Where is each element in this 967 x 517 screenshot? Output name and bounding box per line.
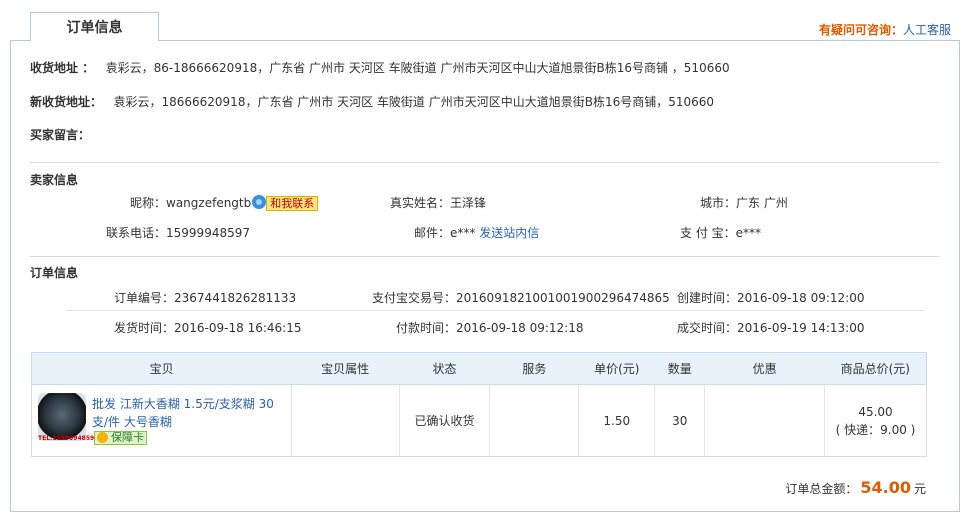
nickname-value: wangzefengtb bbox=[166, 196, 252, 210]
divider bbox=[66, 310, 925, 311]
new-shipping-address-value: 袁彩云，18666620918，广东省 广州市 天河区 车陂街道 广州市天河区中… bbox=[113, 95, 715, 109]
shipping-fee: ( 快递：9.00 ) bbox=[835, 422, 916, 437]
order-number-label: 订单编号： bbox=[114, 291, 175, 305]
order-total-label: 订单总金额： bbox=[785, 482, 858, 496]
order-info-title: 订单信息 bbox=[30, 266, 79, 280]
status-cell: 已确认收货 bbox=[399, 384, 491, 457]
guarantee-card-badge[interactable]: 保障卡 bbox=[94, 431, 147, 445]
shipping-address: 收货地址 ： 袁彩云，86-18666620918，广东省 广州市 天河区 车陂… bbox=[30, 59, 730, 76]
item-total: 45.00 bbox=[858, 404, 893, 419]
product-name-link[interactable]: 批发 江新大香糊 1.5元/支浆糊 30支/件 大号香糊 bbox=[92, 395, 287, 431]
deal-time-label: 成交时间： bbox=[677, 321, 738, 335]
column-header: 优惠 bbox=[704, 352, 825, 385]
column-header: 数量 bbox=[654, 352, 705, 385]
total-cell: 45.00 ( 快递：9.00 ) bbox=[824, 384, 927, 457]
table-header-row: 宝贝 宝贝属性 状态 服务 单价(元) 数量 优惠 商品总价(元) bbox=[31, 352, 927, 385]
help-question: 有疑问可咨询： bbox=[818, 23, 903, 37]
alipay-value: e*** bbox=[735, 226, 762, 240]
quantity-cell: 30 bbox=[654, 384, 706, 457]
shipping-address-label: 收货地址 ： bbox=[30, 61, 95, 75]
send-message-link[interactable]: 发送站内信 bbox=[479, 226, 539, 240]
thumbnail-caption: TEL:15999948597 bbox=[38, 435, 99, 442]
table-row: TEL:15999948597 批发 江新大香糊 1.5元/支浆糊 30支/件 … bbox=[31, 384, 927, 457]
new-shipping-address: 新收货地址： 袁彩云，18666620918，广东省 广州市 天河区 车陂街道 … bbox=[30, 93, 714, 110]
phone-label: 联系电话： bbox=[106, 226, 167, 240]
order-number: 订单编号：2367441826281133 bbox=[114, 289, 296, 306]
created-time-value: 2016-09-18 09:12:00 bbox=[737, 291, 865, 305]
seller-email: 邮件：e*** 发送站内信 bbox=[414, 224, 539, 241]
discount-cell bbox=[704, 384, 826, 457]
deal-time: 成交时间：2016-09-19 14:13:00 bbox=[677, 319, 864, 336]
alipay-trade-value: 2016091821001001900296474865 bbox=[456, 291, 670, 305]
guarantee-card-label: 保障卡 bbox=[111, 431, 144, 444]
seller-city: 城市：广东 广州 bbox=[700, 194, 788, 211]
buyer-message: 买家留言： bbox=[30, 126, 90, 143]
real-name-label: 真实姓名： bbox=[390, 196, 451, 210]
order-total-amount: 54.00 bbox=[860, 478, 911, 497]
attributes-cell bbox=[291, 384, 400, 457]
help-bar: 有疑问可咨询：人工客服 bbox=[819, 21, 951, 38]
product-thumbnail[interactable] bbox=[38, 393, 86, 441]
contact-me-button[interactable]: 和我联系 bbox=[266, 196, 319, 211]
real-name-value: 王泽锋 bbox=[450, 196, 487, 210]
new-shipping-address-label: 新收货地址： bbox=[30, 95, 103, 109]
created-time: 创建时间：2016-09-18 09:12:00 bbox=[677, 289, 864, 306]
alipay-trade-number: 支付宝交易号：2016091821001001900296474865 bbox=[372, 289, 670, 306]
shipped-time: 发货时间：2016-09-18 16:46:15 bbox=[114, 319, 301, 336]
order-number-value: 2367441826281133 bbox=[174, 291, 297, 305]
created-time-label: 创建时间： bbox=[677, 291, 738, 305]
shipping-address-value: 袁彩云，86-18666620918，广东省 广州市 天河区 车陂街道 广州市天… bbox=[105, 61, 730, 75]
shipped-time-label: 发货时间： bbox=[114, 321, 175, 335]
seller-real-name: 真实姓名：王泽锋 bbox=[390, 194, 486, 211]
order-total-unit: 元 bbox=[913, 482, 926, 496]
customer-service-link[interactable]: 人工客服 bbox=[903, 23, 951, 37]
deal-time-value: 2016-09-19 14:13:00 bbox=[737, 321, 865, 335]
city-label: 城市： bbox=[700, 196, 737, 210]
shipped-time-value: 2016-09-18 16:46:15 bbox=[174, 321, 302, 335]
column-header: 服务 bbox=[489, 352, 579, 385]
seller-nickname: 昵称：wangzefengtb 和我联系 bbox=[130, 194, 319, 211]
tab-order-info[interactable]: 订单信息 bbox=[30, 12, 159, 41]
order-items-table: 宝贝 宝贝属性 状态 服务 单价(元) 数量 优惠 商品总价(元) TEL:15… bbox=[31, 352, 927, 457]
column-header: 宝贝 bbox=[31, 352, 292, 385]
phone-value: 15999948597 bbox=[166, 226, 250, 240]
divider bbox=[30, 256, 940, 257]
service-cell bbox=[489, 384, 580, 457]
paid-time: 付款时间：2016-09-18 09:12:18 bbox=[396, 319, 583, 336]
alipay-trade-label: 支付宝交易号： bbox=[372, 291, 457, 305]
unit-price-cell: 1.50 bbox=[578, 384, 656, 457]
product-cell: TEL:15999948597 批发 江新大香糊 1.5元/支浆糊 30支/件 … bbox=[31, 384, 292, 457]
wangwang-icon[interactable] bbox=[252, 195, 267, 209]
column-header: 商品总价(元) bbox=[824, 352, 927, 385]
order-total: 订单总金额： 54.00 元 bbox=[785, 478, 926, 497]
column-header: 单价(元) bbox=[578, 352, 655, 385]
paid-time-value: 2016-09-18 09:12:18 bbox=[456, 321, 584, 335]
divider bbox=[30, 162, 940, 163]
seller-alipay: 支 付 宝：e*** bbox=[680, 224, 761, 241]
nickname-label: 昵称： bbox=[130, 196, 167, 210]
city-value: 广东 广州 bbox=[736, 196, 788, 210]
seller-info-title: 卖家信息 bbox=[30, 173, 79, 187]
alipay-label: 支 付 宝： bbox=[680, 226, 736, 240]
seller-phone: 联系电话：15999948597 bbox=[106, 224, 250, 241]
email-label: 邮件： bbox=[414, 226, 451, 240]
column-header: 状态 bbox=[399, 352, 490, 385]
paid-time-label: 付款时间： bbox=[396, 321, 457, 335]
column-header: 宝贝属性 bbox=[291, 352, 400, 385]
email-value: e*** bbox=[450, 226, 476, 240]
buyer-message-label: 买家留言： bbox=[30, 128, 91, 142]
